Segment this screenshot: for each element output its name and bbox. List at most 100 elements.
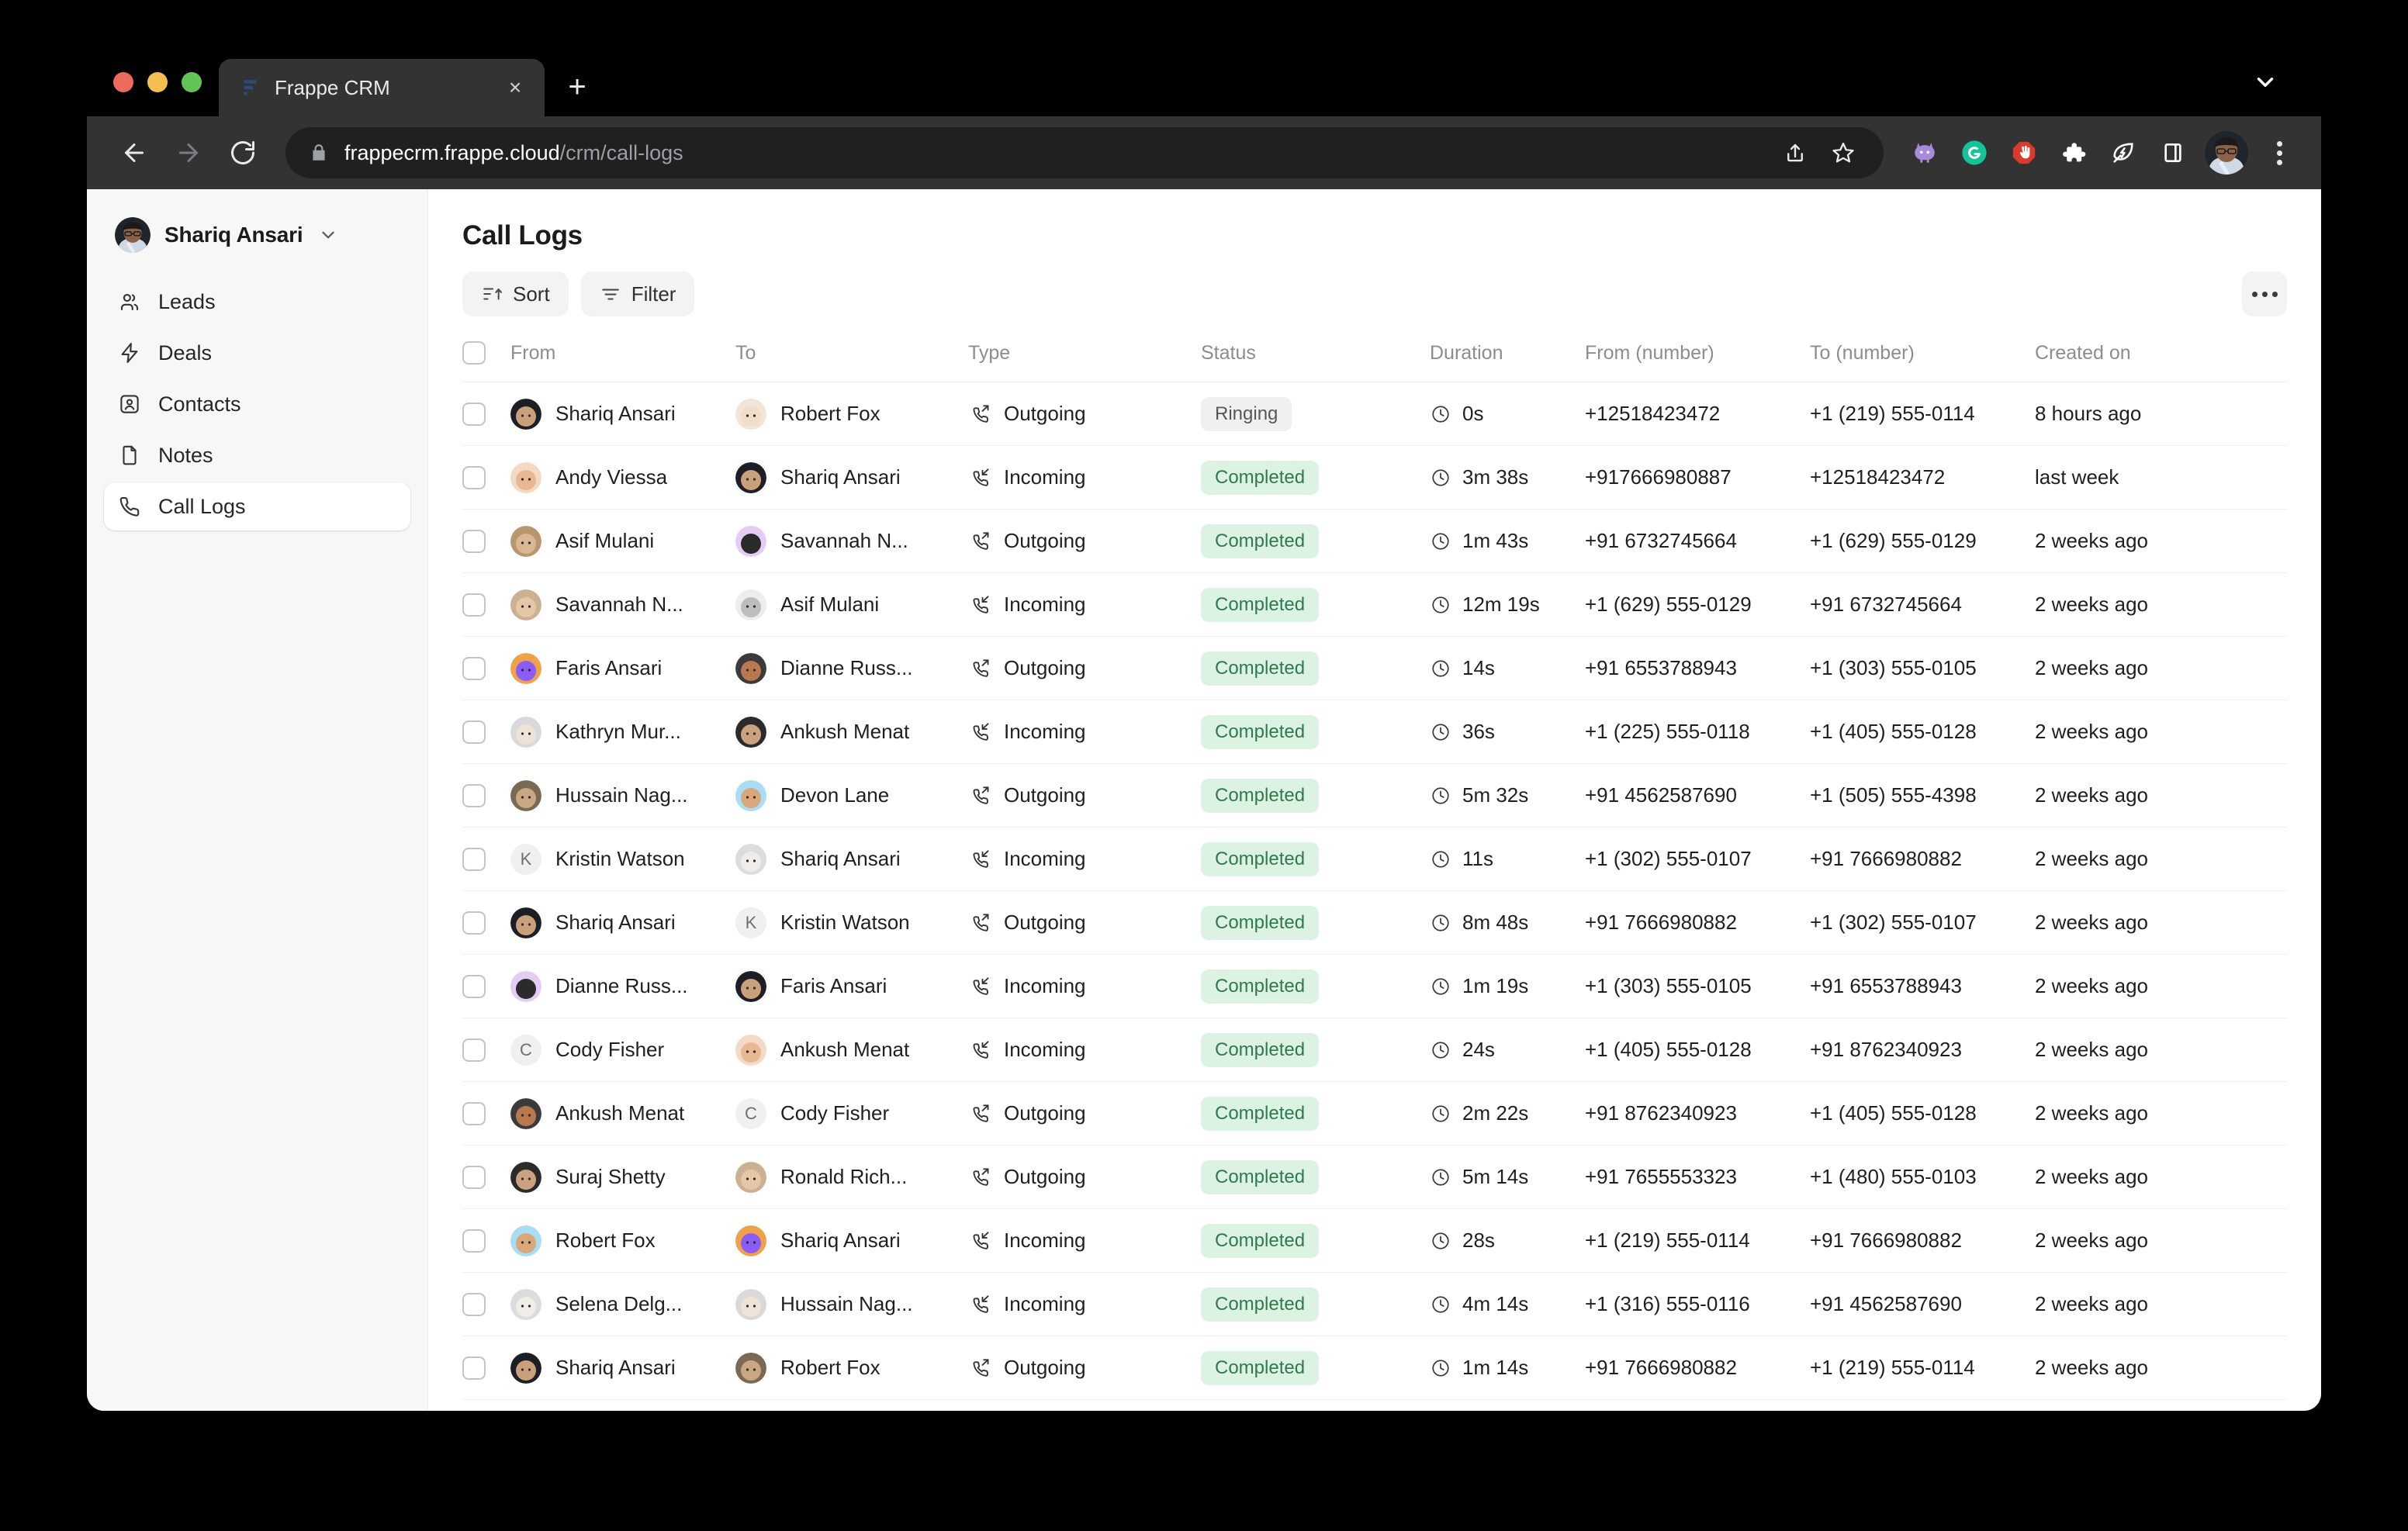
table-row[interactable]: Shariq AnsariRobert FoxOutgoingCompleted… <box>462 1336 2287 1400</box>
minimize-window-button[interactable] <box>147 72 168 92</box>
row-checkbox[interactable] <box>462 1166 486 1189</box>
row-checkbox[interactable] <box>462 1102 486 1125</box>
row-checkbox[interactable] <box>462 1356 486 1380</box>
cell-to: Dianne Russ... <box>735 637 968 700</box>
reload-icon[interactable] <box>219 129 267 177</box>
from-name: Shariq Ansari <box>555 1356 676 1380</box>
maximize-window-button[interactable] <box>182 72 202 92</box>
row-checkbox[interactable] <box>462 1293 486 1316</box>
back-icon[interactable] <box>110 129 158 177</box>
duration-label: 14s <box>1462 656 1495 680</box>
sidebar-item-leads[interactable]: Leads <box>104 278 410 326</box>
column-header-to-number[interactable]: To (number) <box>1810 334 2035 382</box>
table-row[interactable]: Suraj ShettyRonald Rich...OutgoingComple… <box>462 1146 2287 1209</box>
call-logs-table: From To Type Status Duration From (numbe… <box>462 334 2287 1400</box>
column-header-to[interactable]: To <box>735 334 968 382</box>
clock-icon <box>1430 1230 1451 1252</box>
table-row[interactable]: Andy ViessaShariq AnsariIncomingComplete… <box>462 446 2287 510</box>
new-tab-button[interactable]: + <box>555 65 599 109</box>
row-checkbox[interactable] <box>462 530 486 553</box>
puzzle-extensions-icon[interactable] <box>2053 132 2095 174</box>
table-row[interactable]: Selena Delg...Hussain Nag...IncomingComp… <box>462 1273 2287 1336</box>
table-row[interactable]: Savannah N...Asif MulaniIncomingComplete… <box>462 573 2287 637</box>
column-header-status[interactable]: Status <box>1201 334 1430 382</box>
table-row[interactable]: Faris AnsariDianne Russ...OutgoingComple… <box>462 637 2287 700</box>
column-header-created-on[interactable]: Created on <box>2035 334 2287 382</box>
row-checkbox[interactable] <box>462 975 486 998</box>
column-header-from[interactable]: From <box>510 334 735 382</box>
cell-type: Incoming <box>968 1018 1201 1082</box>
sort-button[interactable]: Sort <box>462 271 569 316</box>
row-checkbox[interactable] <box>462 403 486 426</box>
row-checkbox[interactable] <box>462 721 486 744</box>
adblock-icon[interactable] <box>2003 132 2045 174</box>
cell-from-number: +91 7666980882 <box>1585 891 1810 955</box>
bookmark-star-icon[interactable] <box>1822 131 1865 175</box>
table-row[interactable]: Shariq AnsariKKristin WatsonOutgoingComp… <box>462 891 2287 955</box>
call-type-label: Incoming <box>1004 720 1086 744</box>
sidebar-item-call-logs[interactable]: Call Logs <box>104 482 410 530</box>
cell-duration: 2m 22s <box>1430 1082 1585 1146</box>
close-window-button[interactable] <box>113 72 133 92</box>
avatar <box>735 971 766 1002</box>
chevron-down-icon[interactable] <box>2240 48 2290 116</box>
cell-status: Completed <box>1201 700 1430 764</box>
cell-duration: 28s <box>1430 1209 1585 1273</box>
select-all-checkbox[interactable] <box>462 341 486 365</box>
avatar <box>510 1289 541 1320</box>
forward-icon[interactable] <box>164 129 213 177</box>
leaf-speed-icon[interactable] <box>2102 132 2144 174</box>
sort-ascending-icon <box>481 283 503 305</box>
avatar: C <box>735 1098 766 1129</box>
row-checkbox[interactable] <box>462 1229 486 1253</box>
cell-duration: 3m 38s <box>1430 446 1585 510</box>
cell-from-number: +917666980887 <box>1585 446 1810 510</box>
table-row[interactable]: Hussain Nag...Devon LaneOutgoingComplete… <box>462 764 2287 828</box>
omnibox-actions <box>1773 131 1865 175</box>
table-row[interactable]: Dianne Russ...Faris AnsariIncomingComple… <box>462 955 2287 1018</box>
cell-to-number: +1 (303) 555-0105 <box>1810 637 2035 700</box>
table-row[interactable]: Shariq AnsariRobert FoxOutgoingRinging0s… <box>462 382 2287 446</box>
table-row[interactable]: Kathryn Mur...Ankush MenatIncomingComple… <box>462 700 2287 764</box>
sidebar-item-notes[interactable]: Notes <box>104 431 410 479</box>
row-checkbox[interactable] <box>462 466 486 489</box>
phone-incoming-icon <box>968 1293 991 1316</box>
side-panel-icon[interactable] <box>2152 132 2194 174</box>
table-row[interactable]: KKristin WatsonShariq AnsariIncomingComp… <box>462 828 2287 891</box>
profile-avatar[interactable] <box>2205 131 2248 175</box>
filter-button[interactable]: Filter <box>581 271 695 316</box>
sidebar-item-deals[interactable]: Deals <box>104 329 410 377</box>
cell-from: Kathryn Mur... <box>510 700 735 764</box>
sidebar-item-contacts[interactable]: Contacts <box>104 380 410 428</box>
grammarly-icon[interactable] <box>1953 132 1995 174</box>
row-checkbox[interactable] <box>462 848 486 871</box>
octocat-icon[interactable] <box>1904 132 1946 174</box>
table-row[interactable]: Robert FoxShariq AnsariIncomingCompleted… <box>462 1209 2287 1273</box>
note-page-icon <box>116 442 143 468</box>
duration-label: 8m 48s <box>1462 911 1528 935</box>
column-header-from-number[interactable]: From (number) <box>1585 334 1810 382</box>
cell-to: Ankush Menat <box>735 1018 968 1082</box>
cell-to-number: +1 (302) 555-0107 <box>1810 891 2035 955</box>
table-row[interactable]: CCody FisherAnkush MenatIncomingComplete… <box>462 1018 2287 1082</box>
row-checkbox[interactable] <box>462 593 486 617</box>
share-icon[interactable] <box>1773 131 1817 175</box>
three-dot-menu-icon[interactable] <box>2258 131 2301 175</box>
address-bar[interactable]: frappecrm.frappe.cloud/crm/call-logs <box>285 127 1884 178</box>
row-checkbox[interactable] <box>462 1039 486 1062</box>
row-checkbox[interactable] <box>462 911 486 935</box>
cell-from: Asif Mulani <box>510 510 735 573</box>
table-row[interactable]: Ankush MenatCCody FisherOutgoingComplete… <box>462 1082 2287 1146</box>
close-icon[interactable]: × <box>500 72 531 103</box>
column-header-duration[interactable]: Duration <box>1430 334 1585 382</box>
table-row[interactable]: Asif MulaniSavannah N...OutgoingComplete… <box>462 510 2287 573</box>
column-header-type[interactable]: Type <box>968 334 1201 382</box>
row-checkbox[interactable] <box>462 657 486 680</box>
browser-tab[interactable]: Frappe CRM × <box>219 59 545 116</box>
avatar <box>735 653 766 684</box>
sidebar-user-switcher[interactable]: Shariq Ansari <box>104 208 410 262</box>
more-options-button[interactable] <box>2242 271 2287 316</box>
cell-status: Completed <box>1201 1273 1430 1336</box>
cell-from-number: +1 (316) 555-0116 <box>1585 1273 1810 1336</box>
row-checkbox[interactable] <box>462 784 486 807</box>
